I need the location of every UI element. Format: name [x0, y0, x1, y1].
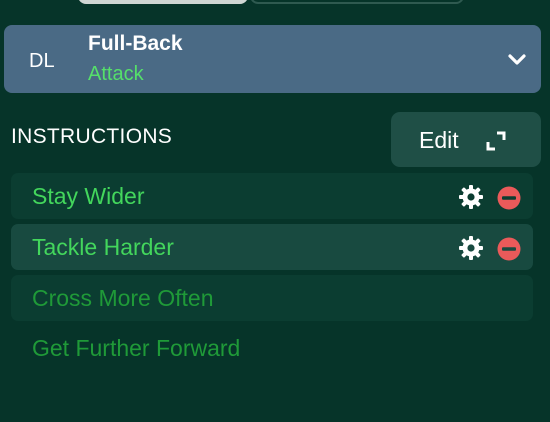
expand-icon [486, 131, 506, 151]
role-name: Full-Back [88, 32, 183, 55]
position-label: DL [29, 50, 55, 72]
top-tab[interactable] [250, 0, 464, 4]
instructions-heading: INSTRUCTIONS [11, 125, 173, 148]
instruction-label: Cross More Often [32, 285, 214, 311]
remove-icon[interactable] [497, 186, 521, 210]
role-duty: Attack [88, 63, 144, 85]
instruction-row[interactable]: Get Further Forward [11, 325, 533, 371]
gear-icon[interactable] [458, 184, 484, 210]
instruction-row[interactable]: Stay Wider [11, 173, 533, 219]
instruction-label: Stay Wider [32, 183, 145, 209]
instruction-row[interactable]: Cross More Often [11, 275, 533, 321]
top-tab-bar [0, 0, 550, 6]
top-tab-selected[interactable] [78, 0, 248, 4]
edit-instructions-button[interactable]: Edit [391, 112, 541, 167]
chevron-down-icon[interactable] [506, 49, 528, 69]
instruction-label: Tackle Harder [32, 234, 174, 260]
instruction-label: Get Further Forward [32, 335, 241, 361]
instruction-row[interactable]: Tackle Harder [11, 224, 533, 270]
edit-button-label: Edit [419, 127, 459, 153]
role-selector[interactable]: DL Full-Back Attack [4, 25, 541, 93]
remove-icon[interactable] [497, 237, 521, 261]
gear-icon[interactable] [458, 235, 484, 261]
